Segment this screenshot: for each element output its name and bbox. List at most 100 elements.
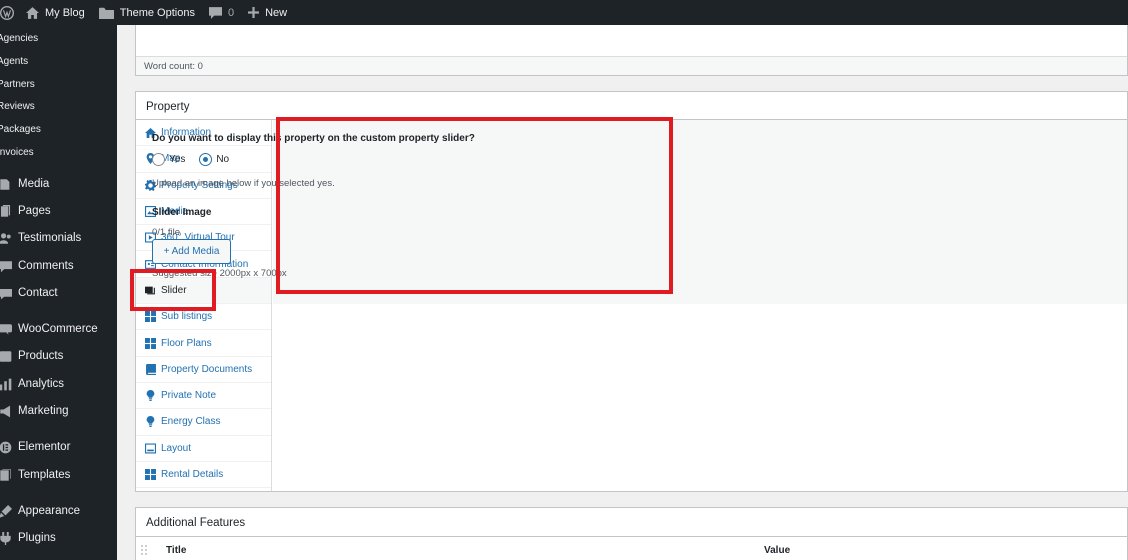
wordpress-icon (0, 5, 14, 20)
templates-icon (0, 468, 12, 482)
menu-label-appearance: Appearance (18, 505, 81, 517)
menu-item-analytics[interactable]: Analytics (0, 371, 117, 397)
grid-icon (145, 337, 156, 349)
column-header-title: Title (166, 545, 187, 556)
menu-label-elementor: Elementor (18, 441, 71, 453)
tab-label-rental-details: Rental Details (161, 469, 224, 480)
submenu-list: Agencies Agents Partners Reviews Package… (0, 25, 117, 165)
menu-label-plugins: Plugins (18, 532, 56, 544)
menu-label-testimonials: Testimonials (18, 232, 82, 244)
appearance-icon (0, 504, 12, 518)
menu-item-media[interactable]: Media (0, 171, 117, 197)
grid-icon (145, 311, 156, 323)
menu-item-marketing[interactable]: Marketing (0, 398, 117, 424)
plus-icon (248, 7, 260, 18)
folder-icon (98, 7, 114, 19)
tab-label-energy-class: Energy Class (161, 416, 221, 428)
add-media-button[interactable]: + Add Media (152, 239, 231, 264)
menu-item-elementor[interactable]: Elementor (0, 434, 117, 460)
menu-item-testimonials[interactable]: Testimonials (0, 225, 117, 251)
menu-item-products[interactable]: Products (0, 343, 117, 369)
comments-link[interactable]: 0 (202, 0, 241, 25)
woocommerce-icon (0, 322, 12, 336)
site-name: My Blog (45, 6, 85, 19)
new-label: New (265, 6, 288, 19)
products-icon (0, 349, 12, 363)
menu-label-products: Products (18, 350, 64, 362)
testimonials-icon (0, 231, 12, 245)
tab-label-property-documents: Property Documents (161, 363, 253, 375)
features-table-header: Title Value (136, 537, 1127, 560)
submenu-item-agents[interactable]: Agents (0, 51, 117, 74)
additional-features-title: Additional Features (136, 508, 1127, 537)
pages-icon (0, 204, 12, 218)
new-content-link[interactable]: New (241, 0, 294, 25)
tab-rental-details[interactable]: Rental Details (136, 462, 271, 489)
submenu-item-reviews[interactable]: Reviews (0, 96, 117, 119)
tab-property-documents[interactable]: Property Documents (136, 357, 271, 383)
tab-private-note[interactable]: Private Note (136, 383, 271, 410)
contact-icon (0, 286, 12, 300)
menu-label-comments: Comments (18, 260, 74, 272)
slider-image-label: Slider Image (152, 207, 212, 218)
tab-floor-plans[interactable]: Floor Plans (136, 330, 271, 357)
file-count: 0/1 file (152, 227, 180, 238)
radio-no[interactable] (199, 153, 213, 166)
highlight-box-slider-panel (276, 117, 673, 294)
site-name-link[interactable]: My Blog (18, 0, 92, 25)
menu-label-pages: Pages (18, 205, 51, 217)
tab-layout[interactable]: Layout (136, 436, 271, 462)
lightbulb-icon (145, 416, 156, 428)
column-header-value: Value (764, 545, 791, 556)
marketing-icon (0, 404, 12, 418)
menu-label-templates: Templates (18, 469, 71, 481)
menu-label-analytics: Analytics (18, 378, 65, 390)
submenu-item-agencies[interactable]: Agencies (0, 28, 117, 51)
grid-icon (145, 469, 156, 480)
theme-options-link[interactable]: Theme Options (92, 0, 202, 25)
menu-label-contact: Contact (18, 287, 58, 299)
menu-label-marketing: Marketing (18, 405, 69, 417)
property-metabox-title: Property (136, 92, 1127, 120)
media-icon (0, 177, 12, 191)
tab-label-layout: Layout (161, 442, 192, 454)
slider-radio-group: Yes No (152, 153, 243, 166)
submenu-item-invoices[interactable]: Invoices (0, 142, 117, 165)
menu-item-templates[interactable]: Templates (0, 462, 117, 488)
drag-handle-icon[interactable] (141, 545, 147, 555)
menu-item-woocommerce[interactable]: WooCommerce (0, 316, 117, 342)
wordpress-logo-link[interactable] (0, 0, 18, 25)
radio-yes[interactable] (152, 153, 165, 166)
comments-count: 0 (227, 6, 235, 19)
menu-item-plugins[interactable]: Plugins (0, 525, 117, 551)
elementor-icon (0, 440, 12, 454)
admin-side-menu: Agencies Agents Partners Reviews Package… (0, 25, 117, 560)
highlight-box-slider-tab (130, 269, 216, 311)
menu-item-contact[interactable]: Contact (0, 280, 117, 306)
menu-item-pages[interactable]: Pages (0, 198, 117, 224)
tab-label-private-note: Private Note (161, 390, 217, 402)
menu-item-comments[interactable]: Comments (0, 253, 117, 279)
lightbulb-icon (145, 390, 156, 402)
plugins-icon (0, 531, 12, 545)
analytics-icon (0, 377, 12, 391)
theme-options-label: Theme Options (119, 6, 195, 19)
home-icon (26, 6, 39, 19)
tab-label-sub-listings: Sub listings (161, 311, 213, 323)
book-icon (145, 363, 156, 375)
layout-icon (145, 443, 156, 454)
tab-energy-class[interactable]: Energy Class (136, 409, 271, 436)
editor-body[interactable] (136, 25, 1127, 56)
menu-label-media: Media (18, 178, 50, 190)
comments-icon (0, 259, 12, 273)
submenu-item-packages[interactable]: Packages (0, 119, 117, 142)
submenu-item-partners[interactable]: Partners (0, 74, 117, 97)
menu-label-woocommerce: WooCommerce (18, 323, 98, 335)
radio-no-label[interactable]: No (216, 154, 229, 165)
menu-item-appearance[interactable]: Appearance (0, 498, 117, 524)
radio-yes-label[interactable]: Yes (169, 154, 185, 165)
tab-label-floor-plans: Floor Plans (161, 337, 212, 349)
content-editor-panel: Word count: 0 (135, 25, 1128, 76)
admin-bar: My Blog Theme Options 0 New (0, 0, 1128, 25)
word-count: Word count: 0 (136, 56, 1127, 75)
